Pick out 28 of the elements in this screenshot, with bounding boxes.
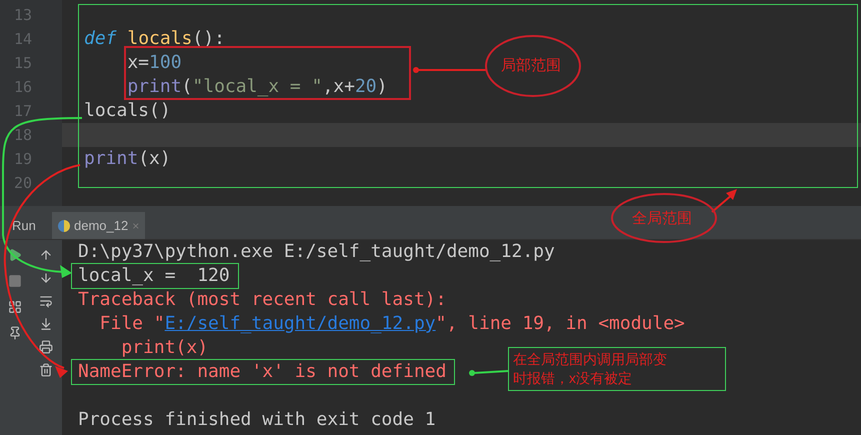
wrap-icon[interactable] [39, 294, 53, 308]
annotation-label: 局部范围 [501, 57, 561, 75]
trash-icon[interactable] [39, 363, 53, 377]
layout-icon[interactable] [8, 300, 22, 314]
code-line: print(x) [84, 147, 171, 171]
console-line: print(x) [120, 337, 208, 359]
console-line: Traceback (most recent call last): [78, 289, 446, 311]
callout-text: 在全局范围内调用局部变 [513, 350, 668, 369]
annotation-arrow [711, 189, 737, 213]
python-icon [58, 220, 70, 232]
console-line: D:\py37\python.exe E:/self_taught/demo_12.py [78, 241, 555, 263]
console-line: local_x = 120 [78, 265, 230, 287]
printer-icon[interactable] [39, 340, 53, 354]
run-icon[interactable] [8, 248, 22, 262]
console-line: File "E:/self_taught/demo_12.py", line 19, in <module> [98, 313, 685, 335]
panel-label: Run [11, 216, 37, 235]
code-line: locals() [84, 99, 171, 123]
code-line: print("local_x = ",x+20) [126, 75, 388, 99]
code-line: def locals(): [84, 27, 225, 51]
annotation-label: 全局范围 [632, 210, 692, 228]
console-line: Process finished with exit code 1 [78, 409, 436, 431]
callout-text: 时报错，x没有被定 [513, 369, 633, 388]
annotation-arrow [469, 370, 508, 376]
scroll-to-end-icon[interactable] [39, 317, 53, 331]
run-tab[interactable]: demo_12 × [52, 212, 146, 239]
code-line: x=100 [126, 51, 182, 75]
console-line: NameError: name 'x' is not defined [78, 361, 446, 383]
pin-icon[interactable] [8, 326, 22, 340]
